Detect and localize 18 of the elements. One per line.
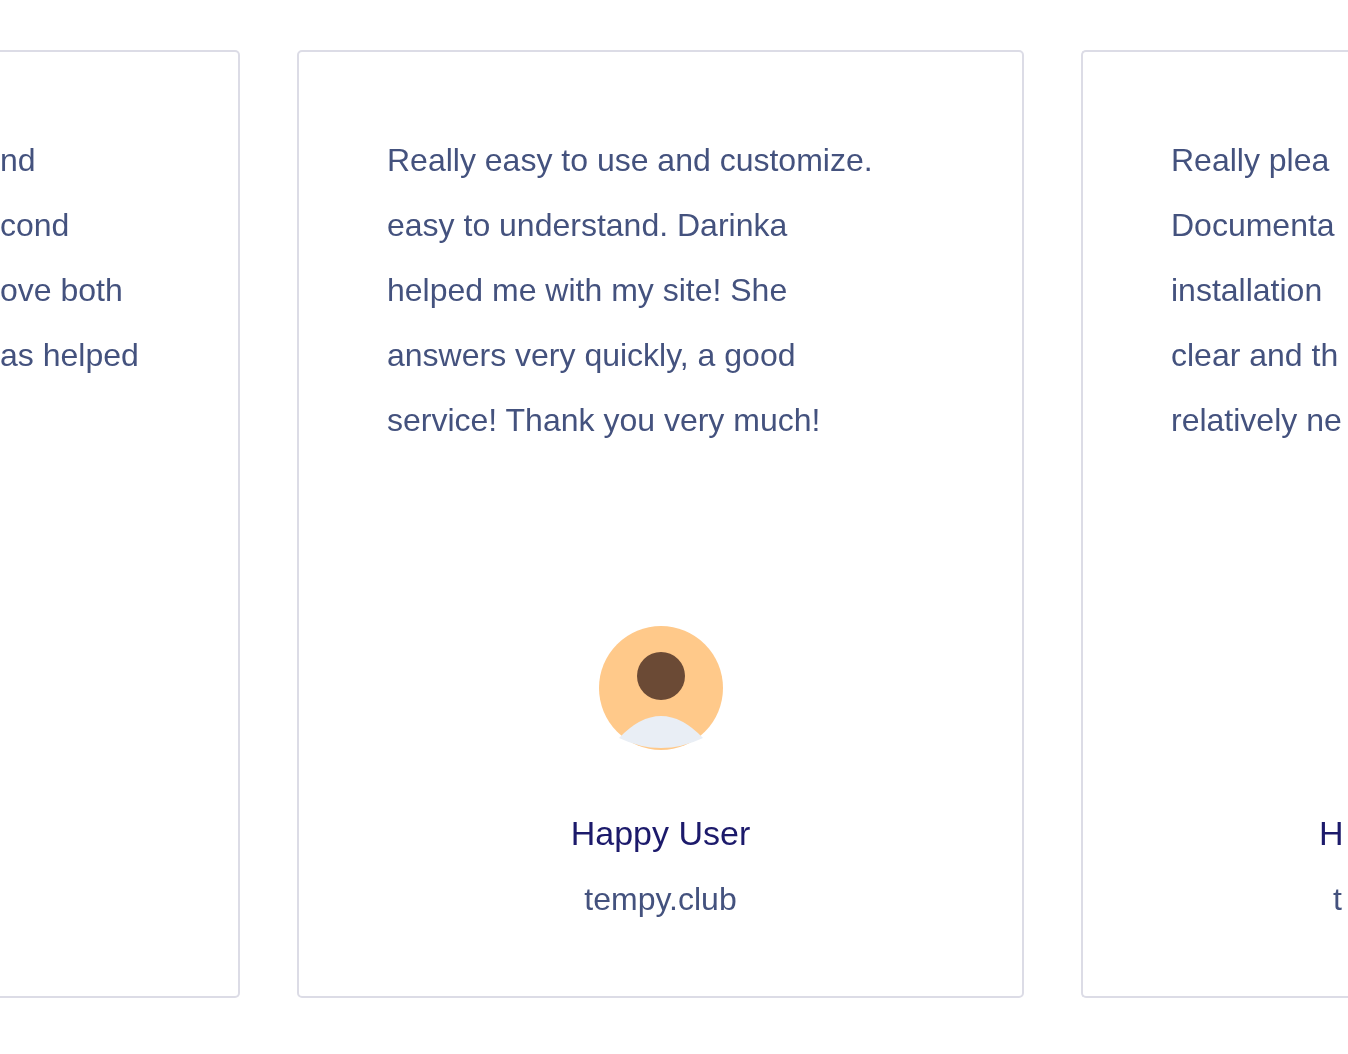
- quote-text: ove both: [0, 271, 123, 310]
- quote-text: clear and th: [1171, 336, 1339, 375]
- author-name: H: [1318, 813, 1344, 854]
- quote-text: as helped: [0, 336, 139, 375]
- author-name: Happy User: [570, 813, 751, 854]
- quote-text: cond: [0, 206, 70, 245]
- quote-text: Documenta: [1171, 206, 1335, 245]
- quote-text: service! Thank you very much!: [387, 401, 821, 440]
- quote-text: easy to understand. Darinka: [387, 206, 788, 245]
- quote-text: relatively ne: [1171, 401, 1342, 440]
- quote-text: Really plea: [1171, 141, 1330, 180]
- author-site: tempy.club: [584, 880, 737, 919]
- quote-text: answers very quickly, a good: [387, 336, 796, 375]
- quote-text: Really easy to use and customize.: [387, 141, 873, 180]
- quote-text: nd: [0, 141, 36, 180]
- author-site: t: [1332, 880, 1342, 919]
- quote-text: installation: [1171, 271, 1323, 310]
- quote-text: helped me with my site! She: [387, 271, 788, 310]
